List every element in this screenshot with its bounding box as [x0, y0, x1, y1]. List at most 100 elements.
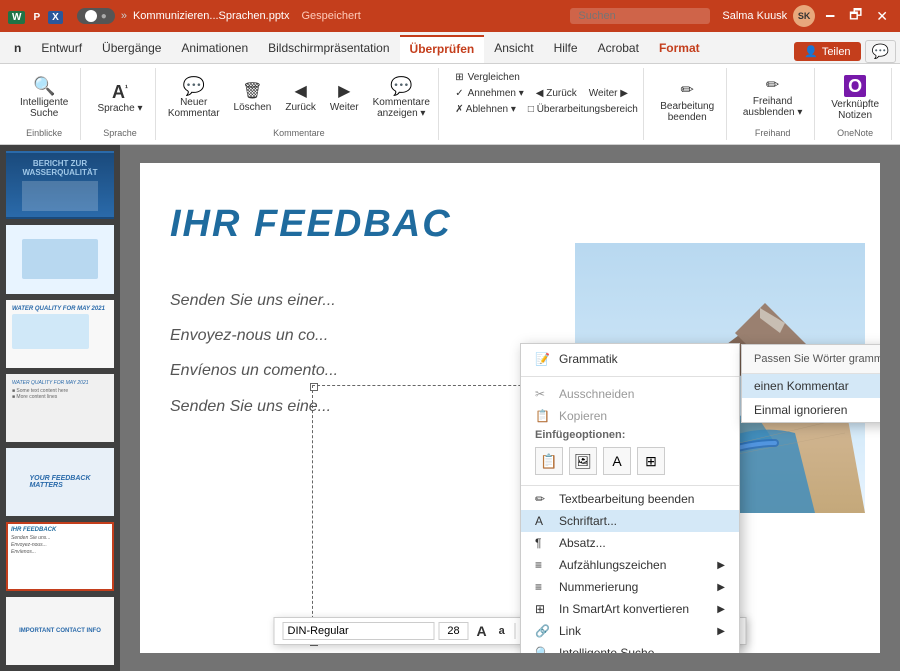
loeschen-button[interactable]: 🗑 Löschen [229, 81, 277, 116]
saved-status: Gespeichert [302, 10, 361, 22]
font-grow-button[interactable]: A [473, 621, 491, 641]
context-item-schriftart[interactable]: A Schriftart... [521, 510, 739, 532]
link-arrow: ▶ [717, 626, 725, 637]
context-item-absatz[interactable]: ¶ Absatz... [521, 532, 739, 554]
tab-uebergaenge[interactable]: Übergänge [92, 35, 171, 63]
paste-btn-4[interactable]: ⊞ [637, 447, 665, 475]
tab-acrobat[interactable]: Acrobat [588, 35, 649, 63]
tab-file[interactable]: n [4, 35, 31, 63]
tab-animationen[interactable]: Animationen [171, 35, 258, 63]
bullet-icon: ≡ [535, 558, 551, 572]
weiter2-button[interactable]: Weiter ▶ [585, 86, 632, 101]
bearbeitung-beenden-button[interactable]: ✏ Bearbeitungbeenden [655, 80, 719, 126]
context-item-grammatik[interactable]: 📝 Grammatik [521, 348, 739, 370]
review-buttons: ⊞ Vergleichen ✓ Annehmen ▾ ◀ Zurück Weit… [451, 70, 635, 136]
restore-button[interactable]: 🗗 [845, 4, 866, 28]
weiter-button[interactable]: ▶ Weiter [325, 81, 364, 116]
paste-btn-3[interactable]: A [603, 447, 631, 475]
quick-access: » [121, 10, 127, 22]
submenu-item-2[interactable]: Einmal ignorieren [742, 398, 880, 422]
tab-entwurf[interactable]: Entwurf [31, 35, 92, 63]
text-line-3: Envíenos un comento... [170, 353, 338, 388]
slide-thumb-3[interactable]: 3 WATER QUALITY FOR MAY 2021 [6, 300, 114, 368]
share-button[interactable]: 👤 Teilen [794, 42, 860, 61]
title-bar-left: W P X ● » Kommunizieren...Sprachen.pptx … [8, 8, 558, 24]
context-item-textbearbeitung[interactable]: ✏ Textbearbeitung beenden [521, 488, 739, 510]
canvas-area: IHR FEEDBAC Senden Sie uns einer... Envo… [120, 145, 900, 671]
context-item-link[interactable]: 🔗 Link ▶ [521, 620, 739, 642]
paste-btn-2[interactable]: 🖼 [569, 447, 597, 475]
search-input[interactable] [570, 8, 710, 24]
cut-icon: ✂ [535, 387, 551, 401]
freihand-ausblenden-button[interactable]: ✏ Freihandausblenden ▾ [738, 75, 808, 121]
context-item-kopieren[interactable]: 📋 Kopieren [521, 405, 739, 427]
text-line-4: Senden Sie uns eine... [170, 389, 338, 424]
separator-1 [521, 376, 739, 377]
minimize-button[interactable]: 🗕 [821, 4, 839, 28]
tab-bildschirm[interactable]: Bildschirmpräsentation [258, 35, 399, 63]
compare-icon: ⊞ [455, 72, 463, 83]
title-bar: W P X ● » Kommunizieren...Sprachen.pptx … [0, 0, 900, 32]
onenote-button[interactable]: O VerknüpfteNotizen [826, 72, 884, 124]
ribbon-content: 🔍 IntelligenteSuche Einblicke A¹ Sprache… [0, 64, 900, 144]
smartart-icon: ⊞ [535, 602, 551, 616]
slide-thumb-2[interactable]: 2 [6, 225, 114, 293]
context-menu-section-2: ✂ Ausschneiden 📋 Kopieren Einfügeoptione… [521, 379, 739, 483]
vergleichen-button[interactable]: ⊞ Vergleichen [451, 70, 524, 85]
sprache-button[interactable]: A¹ Sprache ▾ [92, 80, 147, 117]
context-item-ausschneiden[interactable]: ✂ Ausschneiden [521, 383, 739, 405]
separator-2 [521, 485, 739, 486]
submenu-item-1[interactable]: einen Kommentar ▶ [742, 374, 880, 398]
font-shrink-button[interactable]: a [495, 623, 509, 639]
font-size-input[interactable] [439, 622, 469, 640]
kommentare-anzeigen-button[interactable]: 💬 Kommentareanzeigen ▾ [368, 74, 435, 122]
annehmen-button[interactable]: ✓ Annehmen ▾ [451, 86, 528, 101]
slide-thumb-1[interactable]: 1 BERICHT ZURWASSERQUALITÄT [6, 151, 114, 219]
context-item-smartart[interactable]: ⊞ In SmartArt konvertieren ▶ [521, 598, 739, 620]
main-area: 1 BERICHT ZURWASSERQUALITÄT 2 3 WATER QU… [0, 145, 900, 671]
new-comment-icon: 💬 [182, 77, 204, 95]
context-item-intelligente-suche[interactable]: 🔍 Intelligente Suche [521, 642, 739, 653]
ablehnen-button[interactable]: ✗ Ablehnen ▾ [451, 102, 520, 117]
tab-format[interactable]: Format [649, 35, 710, 63]
font-selector[interactable] [283, 622, 435, 640]
paste-icons: 📋 🖼 A ⊞ [521, 443, 739, 479]
zurueck2-button[interactable]: ◀ Zurück [532, 86, 581, 101]
context-item-nummerierung[interactable]: ≡ Nummerierung ▶ [521, 576, 739, 598]
numbering-arrow: ▶ [717, 582, 725, 593]
context-menu-section-1: 📝 Grammatik [521, 344, 739, 374]
paste-btn-1[interactable]: 📋 [535, 447, 563, 475]
show-comments-icon: 💬 [390, 77, 412, 95]
submenu-title: Passen Sie Wörter grammatisch aneinander… [742, 345, 880, 374]
comment-button[interactable]: 💬 [865, 40, 896, 63]
ueberarbeitungsbereich-button[interactable]: □ Überarbeitungsbereich [524, 102, 642, 117]
toggle-switch[interactable]: ● [77, 8, 115, 24]
smartart-arrow: ▶ [717, 604, 725, 615]
tab-hilfe[interactable]: Hilfe [544, 35, 588, 63]
bullet-arrow: ▶ [717, 560, 725, 571]
grammatik-icon: 📝 [535, 352, 551, 366]
slide-thumb-6[interactable]: 6 IHR FEEDBACK Senden Sie uns... Envoyez… [6, 522, 114, 590]
context-item-aufzaehlungszeichen[interactable]: ≡ Aufzählungszeichen ▶ [521, 554, 739, 576]
tab-ansicht[interactable]: Ansicht [484, 35, 543, 63]
slide-thumb-5[interactable]: 5 YOUR FEEDBACKMATTERS [6, 448, 114, 516]
slide-title: IHR FEEDBAC [170, 203, 452, 246]
intelligente-suche-button[interactable]: 🔍 IntelligenteSuche [15, 74, 73, 122]
slide-thumb-7[interactable]: 7 IMPORTANT CONTACT INFO [6, 597, 114, 665]
edit-end-icon: ✏ [680, 83, 693, 99]
context-menu: 📝 Grammatik ✂ Ausschneiden 📋 Kopieren Ei… [520, 343, 740, 653]
ribbon-group-kommentare: 💬 NeuerKommentar 🗑 Löschen ◀ Zurück ▶ We… [160, 68, 440, 140]
close-button[interactable]: ✕ [872, 8, 892, 25]
einblicke-buttons: 🔍 IntelligenteSuche [15, 70, 73, 126]
zurueck-button[interactable]: ◀ Zurück [280, 81, 321, 116]
edit-end-icon: ✏ [535, 492, 551, 506]
neuer-kommentar-button[interactable]: 💬 NeuerKommentar [163, 74, 225, 122]
ribbon-group-review: ⊞ Vergleichen ✓ Annehmen ▾ ◀ Zurück Weit… [443, 68, 644, 140]
freihand-icon: ✏ [766, 78, 779, 94]
freihand-buttons: ✏ Freihandausblenden ▾ [738, 70, 808, 126]
slide-thumb-4[interactable]: 4 WATER QUALITY FOR MAY 2021 ■ Some text… [6, 374, 114, 442]
smart-search-icon: 🔍 [535, 646, 551, 653]
delete-icon: 🗑 [242, 84, 262, 100]
tab-ueberpruefen[interactable]: Überprüfen [400, 35, 485, 63]
avatar[interactable]: SK [793, 5, 815, 27]
